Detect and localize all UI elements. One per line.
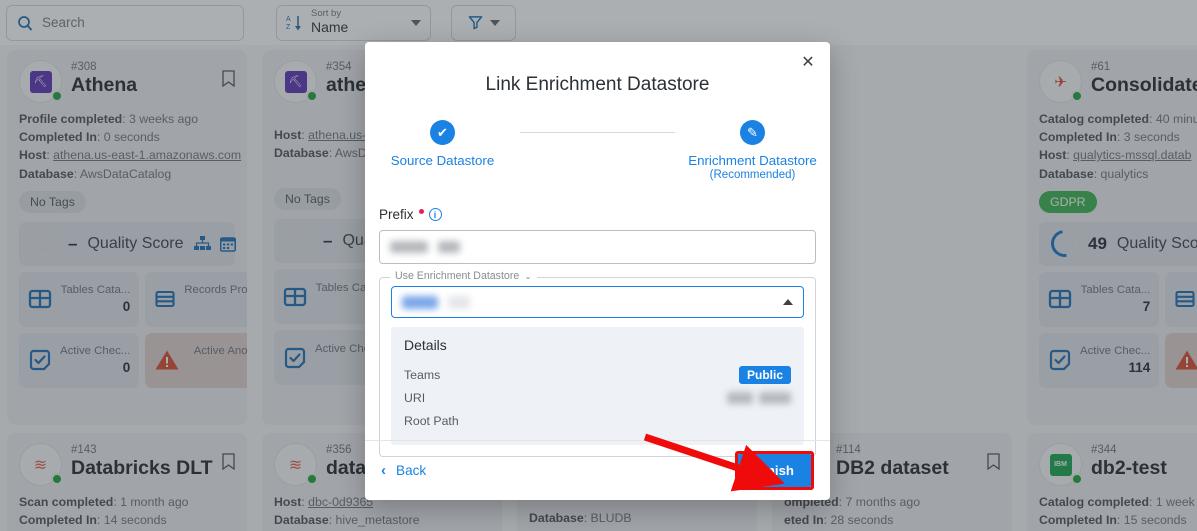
details-key: Teams	[404, 368, 440, 382]
back-button-label: Back	[396, 463, 426, 478]
enrichment-datastore-select[interactable]	[391, 286, 804, 318]
uri-value-redacted	[727, 392, 753, 404]
step-source-datastore[interactable]: ✔ Source Datastore	[365, 120, 520, 169]
prefix-label-row: Prefix i	[379, 207, 830, 222]
stepper-connector	[520, 132, 675, 133]
details-row: Root Path	[404, 409, 791, 432]
chevron-left-icon: ‹	[381, 462, 386, 479]
link-enrichment-datastore-modal: ✕ Link Enrichment Datastore ✔ Source Dat…	[365, 42, 830, 500]
step-label: Enrichment Datastore	[688, 153, 817, 169]
uri-value-redacted	[759, 392, 791, 404]
back-button[interactable]: ‹ Back	[381, 462, 426, 479]
required-indicator	[419, 209, 424, 214]
details-key: Root Path	[404, 414, 459, 428]
selected-value-redacted	[402, 296, 438, 309]
pencil-icon: ✎	[740, 120, 765, 145]
details-row: URI	[404, 386, 791, 409]
check-icon: ✔	[430, 120, 455, 145]
chevron-down-icon[interactable]: ⌄	[524, 271, 532, 282]
info-circle-icon[interactable]: i	[429, 208, 442, 221]
legend-label: Use Enrichment Datastore	[395, 270, 519, 282]
step-sublabel: (Recommended)	[710, 169, 796, 181]
details-heading: Details	[404, 337, 791, 353]
wizard-stepper: ✔ Source Datastore ✎ Enrichment Datastor…	[365, 120, 830, 181]
use-enrichment-datastore-fieldset: Use Enrichment Datastore ⌄ Details Teams…	[379, 277, 816, 457]
chevron-up-icon	[783, 299, 793, 305]
details-key: URI	[404, 391, 425, 405]
details-panel: Details Teams Public URI Root Path	[391, 327, 804, 445]
selected-value-redacted	[448, 296, 470, 309]
prefix-value-redacted	[390, 241, 428, 253]
modal-footer: ‹ Back Finish	[365, 440, 830, 500]
finish-button-highlight: Finish	[735, 451, 814, 490]
modal-title: Link Enrichment Datastore	[365, 42, 830, 96]
finish-button[interactable]: Finish	[738, 454, 811, 487]
prefix-value-redacted	[438, 241, 460, 253]
step-label: Source Datastore	[391, 153, 494, 169]
fieldset-legend: Use Enrichment Datastore ⌄	[390, 270, 537, 282]
teams-public-badge: Public	[739, 366, 791, 384]
step-enrichment-datastore[interactable]: ✎ Enrichment Datastore (Recommended)	[675, 120, 830, 181]
app-root: Search A Z Sort by Name	[0, 0, 1197, 531]
prefix-input[interactable]	[379, 230, 816, 264]
close-icon[interactable]: ✕	[796, 50, 820, 74]
prefix-label: Prefix	[379, 207, 414, 222]
details-row: Teams Public	[404, 363, 791, 386]
